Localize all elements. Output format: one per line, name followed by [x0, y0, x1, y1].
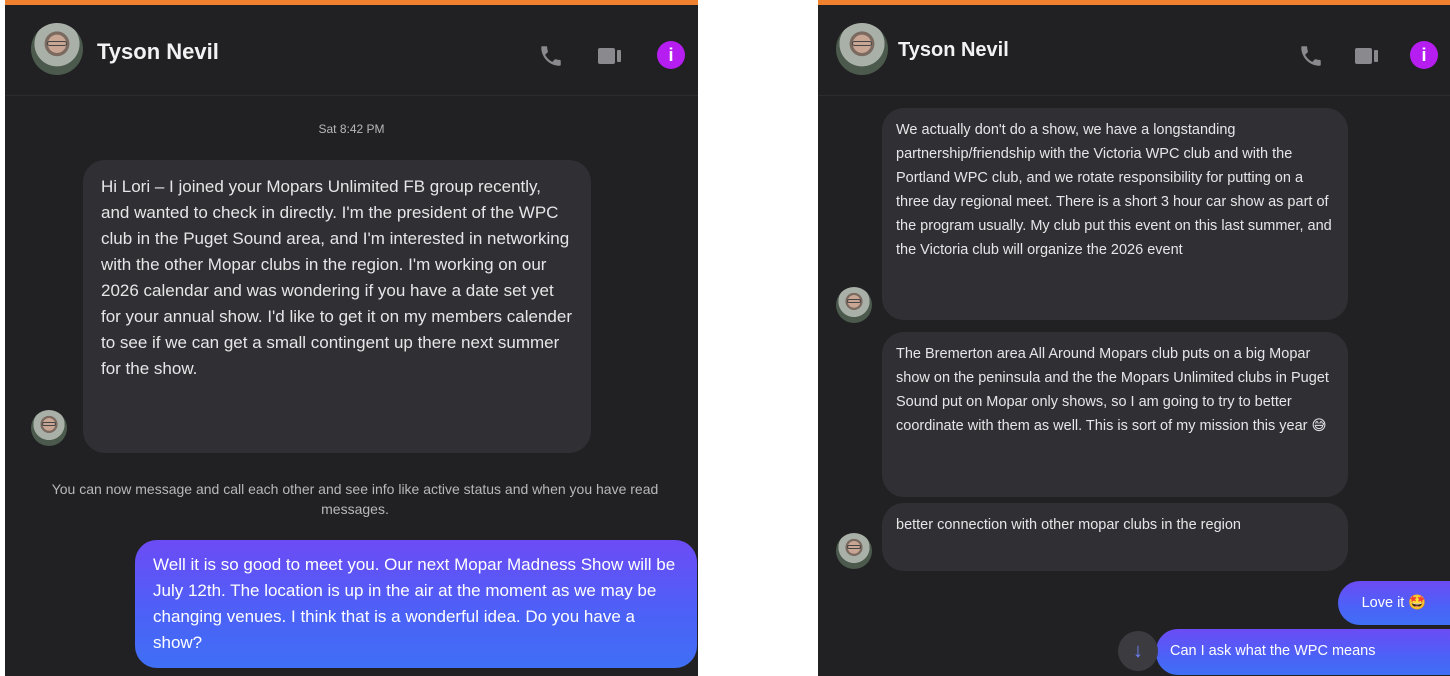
scroll-down-button[interactable]: ↓	[1118, 631, 1158, 671]
message-bubble-sent[interactable]: Can I ask what the WPC means	[1156, 629, 1450, 675]
message-bubble-sent[interactable]: Love it 🤩	[1338, 581, 1450, 625]
info-icon[interactable]: i	[1410, 41, 1438, 69]
chat-header: Tyson Nevil i	[5, 5, 698, 96]
phone-icon[interactable]	[538, 43, 564, 69]
message-bubble-sent[interactable]: Well it is so good to meet you. Our next…	[135, 540, 697, 668]
message-bubble-received[interactable]: better connection with other mopar clubs…	[882, 503, 1348, 571]
chat-panel-left: Tyson Nevil i Sat 8:42 PM Hi Lori – I jo…	[5, 0, 698, 676]
video-camera-icon[interactable]	[1354, 45, 1382, 67]
contact-avatar[interactable]	[836, 23, 888, 75]
arrow-down-icon: ↓	[1133, 640, 1143, 662]
chat-panel-right: Tyson Nevil i We actually don't do a sho…	[818, 0, 1450, 676]
message-bubble-received[interactable]: We actually don't do a show, we have a l…	[882, 108, 1348, 320]
chat-header: Tyson Nevil i	[818, 5, 1450, 96]
contact-name[interactable]: Tyson Nevil	[898, 39, 1009, 62]
contact-name[interactable]: Tyson Nevil	[97, 39, 219, 65]
message-avatar	[836, 533, 872, 569]
message-avatar	[31, 410, 67, 446]
info-icon[interactable]: i	[657, 41, 685, 69]
system-note: You can now message and call each other …	[51, 481, 659, 517]
message-avatar	[836, 287, 872, 323]
message-bubble-received[interactable]: The Bremerton area All Around Mopars clu…	[882, 332, 1348, 497]
video-camera-icon[interactable]	[597, 45, 625, 67]
message-timestamp: Sat 8:42 PM	[318, 122, 385, 136]
contact-avatar[interactable]	[31, 23, 83, 75]
phone-icon[interactable]	[1298, 43, 1324, 69]
message-bubble-received[interactable]: Hi Lori – I joined your Mopars Unlimited…	[83, 160, 591, 453]
